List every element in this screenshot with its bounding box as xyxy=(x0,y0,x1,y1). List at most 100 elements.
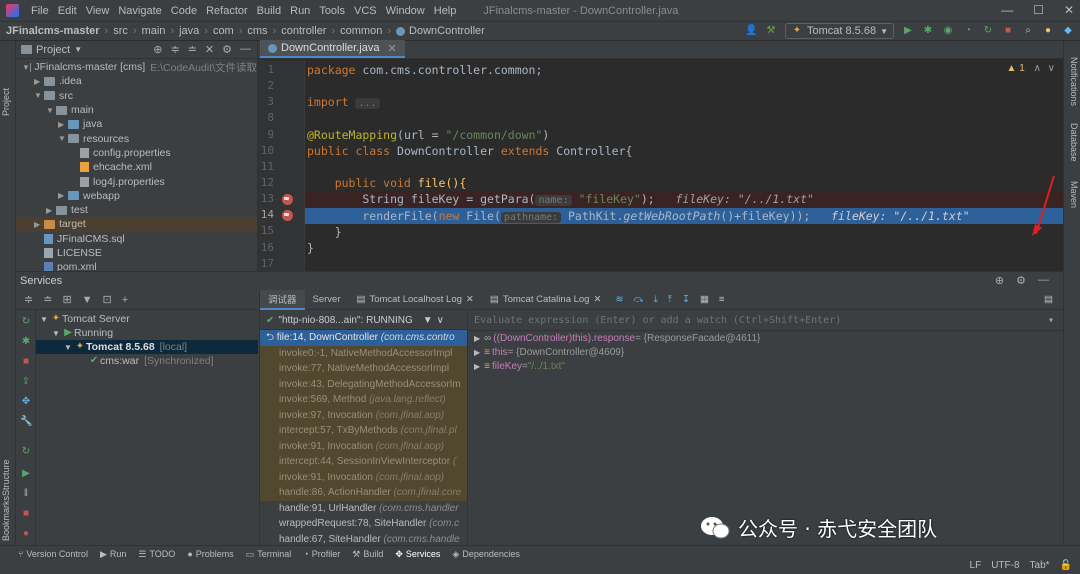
stack-frame[interactable]: intercept:44, SessionInViewInterceptor ( xyxy=(260,454,467,470)
menu-view[interactable]: View xyxy=(86,5,110,17)
tool-tab-todo[interactable]: ☰ TODO xyxy=(138,548,175,560)
gear-icon[interactable]: ⚙ xyxy=(1016,274,1026,287)
variable-row[interactable]: ▶ ≡ this = {DownController@4609} xyxy=(468,345,1064,359)
evaluate-icon[interactable]: ▦ xyxy=(700,294,709,305)
project-tool-button[interactable]: Project xyxy=(1,88,11,116)
debug-icon[interactable]: ✱ xyxy=(922,25,934,37)
show-execution-point-icon[interactable]: ≋ xyxy=(615,294,623,305)
hide-icon[interactable]: — xyxy=(1038,274,1049,287)
coverage-icon[interactable]: ◉ xyxy=(942,25,954,37)
stack-frame[interactable]: invoke:569, Method (java.lang.reflect) xyxy=(260,392,467,408)
tree-item-ehcache[interactable]: ehcache.xml xyxy=(16,160,257,174)
stack-frame[interactable]: invoke0:-1, NativeMethodAccessorImpl xyxy=(260,345,467,361)
search-icon[interactable]: ⌕ xyxy=(1022,25,1034,37)
stack-frame[interactable]: ⮌ file:14, DownController (com.cms.contr… xyxy=(260,330,467,346)
stack-frame[interactable]: handle:86, ActionHandler (com.jfinal.cor… xyxy=(260,485,467,501)
run-to-cursor-icon[interactable]: ↧ xyxy=(682,294,690,305)
update-icon[interactable]: ⇪ xyxy=(20,376,32,388)
chevron-down-icon[interactable]: ▼ xyxy=(74,45,82,54)
tool-tab-profiler[interactable]: ◔ Profiler xyxy=(303,548,340,560)
close-icon[interactable]: ✕ xyxy=(593,294,601,305)
expand-all-icon[interactable]: ≑ xyxy=(24,293,33,306)
collapse-all-icon[interactable]: ≐ xyxy=(43,293,52,306)
menu-code[interactable]: Code xyxy=(171,5,197,17)
project-title[interactable]: Project xyxy=(36,44,70,56)
folded-imports[interactable]: ... xyxy=(355,98,380,109)
group-icon[interactable]: ⊞ xyxy=(62,293,71,306)
run-icon[interactable]: ▶ xyxy=(902,25,914,37)
crumb-java[interactable]: java xyxy=(179,25,199,37)
step-over-icon[interactable]: ⤼ xyxy=(633,294,643,305)
menu-file[interactable]: File xyxy=(31,5,49,17)
maven-tool-button[interactable]: Maven xyxy=(1069,181,1079,208)
crumb-com[interactable]: com xyxy=(213,25,234,37)
stop-icon[interactable]: ■ xyxy=(20,356,32,368)
tree-root[interactable]: ▼ JFinalcms-master [cms] E:\CodeAudit\文件… xyxy=(16,60,257,74)
user-icon[interactable]: 👤 xyxy=(745,25,757,37)
tree-item-test[interactable]: ▶ test xyxy=(16,203,257,217)
menu-tools[interactable]: Tools xyxy=(319,5,345,17)
tool-tab-dependencies[interactable]: ◈ Dependencies xyxy=(452,548,519,560)
stack-frame[interactable]: wrappedRequest:78, SiteHandler (com.c xyxy=(260,516,467,532)
debug-icon[interactable]: ✱ xyxy=(20,336,32,348)
variable-row[interactable]: ▶ ≡ fileKey = "/../1.txt" xyxy=(468,359,1064,373)
tree-item-war[interactable]: ✔ cms:war [Synchronized] xyxy=(36,354,258,368)
tree-item-resources[interactable]: ▼ resources xyxy=(16,131,257,145)
tab-debugger[interactable]: 调试器 xyxy=(260,289,305,310)
stack-frame[interactable]: intercept:57, TxByMethods (com.jfinal.pl xyxy=(260,423,467,439)
breakpoint-icon[interactable] xyxy=(282,194,293,205)
tree-item-main[interactable]: ▼ main xyxy=(16,103,257,117)
database-tool-button[interactable]: Database xyxy=(1069,123,1079,162)
menu-edit[interactable]: Edit xyxy=(58,5,77,17)
stack-frame[interactable]: handle:91, UrlHandler (com.cms.handler xyxy=(260,501,467,517)
add-icon[interactable]: + xyxy=(122,294,128,306)
tree-item-target[interactable]: ▶ target xyxy=(16,217,257,232)
stack-frame[interactable]: invoke:97, Invocation (com.jfinal.aop) xyxy=(260,407,467,423)
filter-icon[interactable]: ▼ xyxy=(82,294,93,306)
tool-tab-services[interactable]: ✥ Services xyxy=(395,548,440,560)
line-gutter[interactable]: 1 2 3 8 9 10 11 12 13 14 15 16 17 xyxy=(258,60,305,271)
step-out-icon[interactable]: ⤒ xyxy=(668,294,672,305)
chevron-down-icon[interactable]: ∨ xyxy=(437,315,444,326)
file-encoding[interactable]: UTF-8 xyxy=(991,560,1019,571)
tree-item-license[interactable]: LICENSE xyxy=(16,246,257,260)
lock-icon[interactable]: 🔓 xyxy=(1060,560,1072,571)
crumb-src[interactable]: src xyxy=(113,25,128,37)
rerun-debug-icon[interactable]: ↻ xyxy=(20,446,32,458)
tree-item-log4j[interactable]: log4j.properties xyxy=(16,174,257,188)
code-area[interactable]: package com.cms.controller.common; impor… xyxy=(305,60,1063,271)
menu-help[interactable]: Help xyxy=(434,5,457,17)
stop-debug-icon[interactable]: ■ xyxy=(20,508,32,520)
crumb-common[interactable]: common xyxy=(340,25,382,37)
tree-item-running[interactable]: ▼ ▶ Running xyxy=(36,326,258,340)
tab-downcontroller[interactable]: DownController.java ✕ xyxy=(260,40,405,58)
tree-item-tomcat[interactable]: ▼ ✦ Tomcat 8.5.68 [local] xyxy=(36,340,258,354)
menu-vcs[interactable]: VCS xyxy=(354,5,377,17)
resume-icon[interactable]: ▶ xyxy=(20,468,32,480)
tree-item-tomcat-server[interactable]: ▼ ✦ Tomcat Server xyxy=(36,312,258,326)
indent-setting[interactable]: Tab* xyxy=(1030,560,1050,571)
hide-icon[interactable]: — xyxy=(240,43,251,56)
line-separator[interactable]: LF xyxy=(970,560,982,571)
deploy-icon[interactable]: ✥ xyxy=(20,396,32,408)
expand-all-icon[interactable]: ≑ xyxy=(170,43,179,56)
tree-item-webapp[interactable]: ▶ webapp xyxy=(16,189,257,203)
tree-item-config[interactable]: config.properties xyxy=(16,146,257,160)
structure-tool-button[interactable]: Structure xyxy=(1,459,11,496)
crumb-controller[interactable]: controller xyxy=(281,25,326,37)
menu-refactor[interactable]: Refactor xyxy=(206,5,248,17)
menu-build[interactable]: Build xyxy=(257,5,281,17)
close-icon[interactable]: ✕ xyxy=(466,294,474,305)
rerun-icon[interactable]: ↻ xyxy=(982,25,994,37)
rerun-icon[interactable]: ↻ xyxy=(20,316,32,328)
chevron-down-icon[interactable]: ▾ xyxy=(1048,315,1054,326)
variable-row[interactable]: ▶ ∞ ((DownController)this).response = {Res… xyxy=(468,331,1064,345)
tree-item-idea[interactable]: ▶ .idea xyxy=(16,74,257,88)
filter-icon[interactable]: ▼ xyxy=(423,315,433,326)
tool-tab-run[interactable]: ▶ Run xyxy=(100,548,126,560)
wrench-icon[interactable]: 🔧 xyxy=(20,416,32,428)
layout-settings-icon[interactable]: ▤ xyxy=(1044,294,1053,305)
notifications-tool-button[interactable]: Notifications xyxy=(1069,57,1079,106)
pause-icon[interactable]: ‖ xyxy=(20,488,32,500)
close-icon[interactable]: ✕ xyxy=(205,43,214,56)
